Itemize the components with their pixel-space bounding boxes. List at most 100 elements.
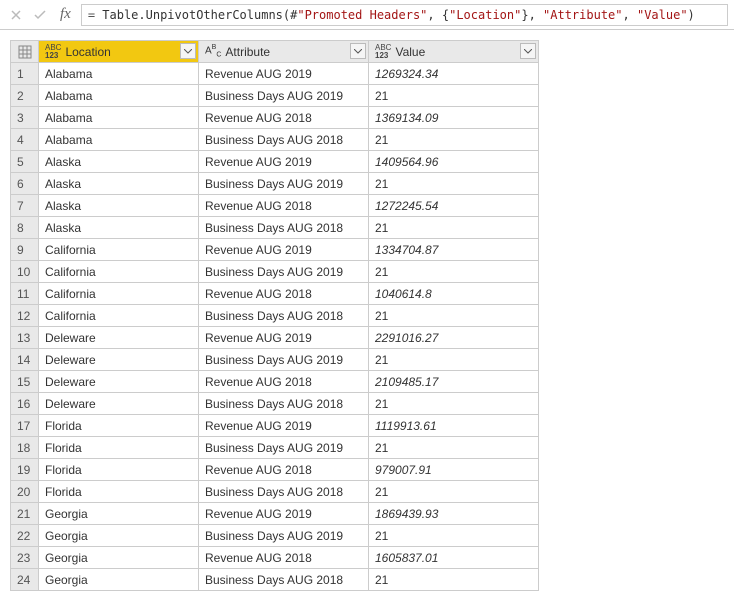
row-number[interactable]: 15 (11, 371, 39, 393)
cell-attribute[interactable]: Revenue AUG 2018 (199, 107, 369, 129)
table-row[interactable]: 11CaliforniaRevenue AUG 20181040614.8 (11, 283, 539, 305)
cell-location[interactable]: Alabama (39, 63, 199, 85)
table-row[interactable]: 6AlaskaBusiness Days AUG 201921 (11, 173, 539, 195)
table-row[interactable]: 2AlabamaBusiness Days AUG 201921 (11, 85, 539, 107)
table-row[interactable]: 19FloridaRevenue AUG 2018979007.91 (11, 459, 539, 481)
row-number[interactable]: 20 (11, 481, 39, 503)
table-row[interactable]: 5AlaskaRevenue AUG 20191409564.96 (11, 151, 539, 173)
row-number[interactable]: 2 (11, 85, 39, 107)
table-row[interactable]: 14DelewareBusiness Days AUG 201921 (11, 349, 539, 371)
cell-attribute[interactable]: Business Days AUG 2018 (199, 129, 369, 151)
row-number[interactable]: 3 (11, 107, 39, 129)
cell-location[interactable]: Georgia (39, 569, 199, 591)
cell-location[interactable]: Alaska (39, 217, 199, 239)
table-row[interactable]: 9CaliforniaRevenue AUG 20191334704.87 (11, 239, 539, 261)
cell-location[interactable]: Florida (39, 437, 199, 459)
cell-value[interactable]: 1119913.61 (369, 415, 539, 437)
cell-value[interactable]: 1369134.09 (369, 107, 539, 129)
table-row[interactable]: 15DelewareRevenue AUG 20182109485.17 (11, 371, 539, 393)
column-filter-button-attribute[interactable] (350, 43, 366, 59)
cell-location[interactable]: California (39, 261, 199, 283)
cell-attribute[interactable]: Revenue AUG 2019 (199, 63, 369, 85)
cell-attribute[interactable]: Business Days AUG 2019 (199, 437, 369, 459)
cell-attribute[interactable]: Business Days AUG 2018 (199, 481, 369, 503)
table-row[interactable]: 1AlabamaRevenue AUG 20191269324.34 (11, 63, 539, 85)
cell-location[interactable]: Deleware (39, 349, 199, 371)
cell-location[interactable]: Florida (39, 481, 199, 503)
cell-value[interactable]: 1334704.87 (369, 239, 539, 261)
cell-location[interactable]: Alaska (39, 151, 199, 173)
row-number[interactable]: 8 (11, 217, 39, 239)
cell-value[interactable]: 21 (369, 569, 539, 591)
row-number[interactable]: 16 (11, 393, 39, 415)
cell-location[interactable]: Deleware (39, 371, 199, 393)
row-number[interactable]: 11 (11, 283, 39, 305)
cell-location[interactable]: Alaska (39, 195, 199, 217)
cell-attribute[interactable]: Business Days AUG 2018 (199, 393, 369, 415)
cell-location[interactable]: Alabama (39, 129, 199, 151)
cell-attribute[interactable]: Revenue AUG 2019 (199, 327, 369, 349)
cell-attribute[interactable]: Business Days AUG 2019 (199, 173, 369, 195)
table-row[interactable]: 12CaliforniaBusiness Days AUG 201821 (11, 305, 539, 327)
cell-attribute[interactable]: Revenue AUG 2018 (199, 195, 369, 217)
cell-location[interactable]: California (39, 239, 199, 261)
column-filter-button-location[interactable] (180, 43, 196, 59)
table-row[interactable]: 24GeorgiaBusiness Days AUG 201821 (11, 569, 539, 591)
cell-location[interactable]: Florida (39, 459, 199, 481)
table-row[interactable]: 21GeorgiaRevenue AUG 20191869439.93 (11, 503, 539, 525)
cell-value[interactable]: 1269324.34 (369, 63, 539, 85)
row-number[interactable]: 17 (11, 415, 39, 437)
cell-value[interactable]: 1409564.96 (369, 151, 539, 173)
confirm-button[interactable] (30, 5, 50, 25)
table-row[interactable]: 22GeorgiaBusiness Days AUG 201921 (11, 525, 539, 547)
cell-location[interactable]: Georgia (39, 503, 199, 525)
cell-location[interactable]: California (39, 283, 199, 305)
row-number[interactable]: 10 (11, 261, 39, 283)
row-number[interactable]: 5 (11, 151, 39, 173)
cell-location[interactable]: Florida (39, 415, 199, 437)
table-row[interactable]: 7AlaskaRevenue AUG 20181272245.54 (11, 195, 539, 217)
cell-value[interactable]: 21 (369, 481, 539, 503)
cell-attribute[interactable]: Revenue AUG 2018 (199, 547, 369, 569)
table-row[interactable]: 13DelewareRevenue AUG 20192291016.27 (11, 327, 539, 349)
fx-button[interactable]: fx (60, 6, 71, 23)
table-corner-button[interactable] (11, 41, 39, 63)
cell-attribute[interactable]: Revenue AUG 2019 (199, 415, 369, 437)
cell-value[interactable]: 21 (369, 217, 539, 239)
table-row[interactable]: 4AlabamaBusiness Days AUG 201821 (11, 129, 539, 151)
row-number[interactable]: 7 (11, 195, 39, 217)
cell-value[interactable]: 1040614.8 (369, 283, 539, 305)
row-number[interactable]: 14 (11, 349, 39, 371)
row-number[interactable]: 13 (11, 327, 39, 349)
cell-attribute[interactable]: Revenue AUG 2018 (199, 459, 369, 481)
cell-value[interactable]: 21 (369, 525, 539, 547)
cancel-button[interactable] (6, 5, 26, 25)
row-number[interactable]: 18 (11, 437, 39, 459)
table-row[interactable]: 10CaliforniaBusiness Days AUG 201921 (11, 261, 539, 283)
column-header-value[interactable]: ABC123 Value (369, 41, 539, 63)
cell-location[interactable]: California (39, 305, 199, 327)
column-header-location[interactable]: ABC123 Location (39, 41, 199, 63)
table-row[interactable]: 16DelewareBusiness Days AUG 201821 (11, 393, 539, 415)
column-header-attribute[interactable]: ABC Attribute (199, 41, 369, 63)
cell-attribute[interactable]: Business Days AUG 2018 (199, 217, 369, 239)
cell-location[interactable]: Alaska (39, 173, 199, 195)
row-number[interactable]: 9 (11, 239, 39, 261)
cell-value[interactable]: 21 (369, 349, 539, 371)
cell-value[interactable]: 2291016.27 (369, 327, 539, 349)
cell-location[interactable]: Georgia (39, 525, 199, 547)
cell-attribute[interactable]: Revenue AUG 2019 (199, 239, 369, 261)
cell-attribute[interactable]: Business Days AUG 2018 (199, 569, 369, 591)
cell-attribute[interactable]: Business Days AUG 2018 (199, 305, 369, 327)
cell-attribute[interactable]: Revenue AUG 2019 (199, 503, 369, 525)
row-number[interactable]: 19 (11, 459, 39, 481)
row-number[interactable]: 6 (11, 173, 39, 195)
table-row[interactable]: 23GeorgiaRevenue AUG 20181605837.01 (11, 547, 539, 569)
cell-attribute[interactable]: Revenue AUG 2019 (199, 151, 369, 173)
cell-location[interactable]: Alabama (39, 107, 199, 129)
row-number[interactable]: 23 (11, 547, 39, 569)
table-row[interactable]: 8AlaskaBusiness Days AUG 201821 (11, 217, 539, 239)
row-number[interactable]: 1 (11, 63, 39, 85)
cell-attribute[interactable]: Revenue AUG 2018 (199, 283, 369, 305)
cell-attribute[interactable]: Business Days AUG 2019 (199, 349, 369, 371)
